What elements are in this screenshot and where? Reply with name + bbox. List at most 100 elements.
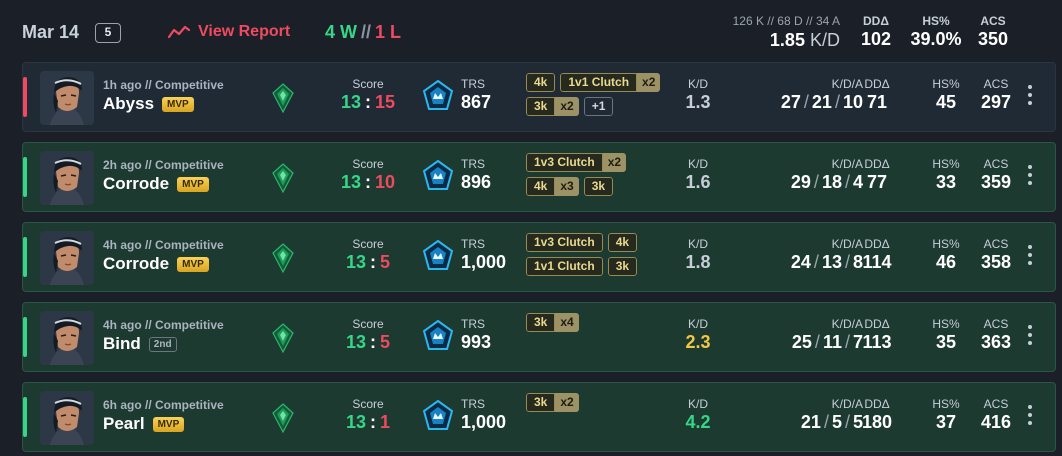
kda-line: K/D/A 25/11/7 [723, 317, 863, 353]
stat-acs: ACS 297 [976, 77, 1016, 113]
performance-tag: 1v3 Clutch x2 [526, 153, 627, 172]
score-value: 13:5 [345, 252, 391, 272]
wins-count: 4 W [325, 22, 358, 42]
stat-value: 77 [866, 172, 888, 192]
stat-label: ACS [983, 397, 1009, 411]
deaths: 11 [822, 332, 842, 352]
stat-value: 71 [866, 92, 888, 112]
stat-value: 35 [935, 332, 957, 352]
kd-value: 1.8 [685, 252, 711, 272]
more-options-icon[interactable] [1024, 405, 1036, 431]
score-value: 13:5 [345, 332, 391, 352]
kd-label: K/D [687, 237, 708, 251]
more-options-icon[interactable] [1024, 85, 1036, 111]
date-label: Mar 14 [22, 22, 80, 42]
stat-label: ACS [983, 317, 1009, 331]
trs-value: 867 [461, 92, 492, 112]
header-stat-dd: DDΔ 102 [856, 14, 896, 50]
map-name: Bind [103, 334, 141, 353]
score-label: Score [352, 397, 384, 411]
trs-value: 1,000 [461, 252, 507, 272]
stat-label: ACS [983, 157, 1009, 171]
mvp-badge: MVP [177, 256, 209, 272]
performance-tags: 4k 1v1 Clutch x2 3k x2 +1 [526, 73, 676, 121]
kda-line: K/D/A 29/18/4 [723, 157, 863, 193]
stat-value: 45 [935, 92, 957, 112]
kda-value: 25/11/7 [791, 332, 863, 352]
score-them: 15 [375, 92, 396, 112]
kills: 27 [780, 92, 801, 112]
view-report-link[interactable]: View Report [168, 23, 290, 41]
deaths: 18 [821, 172, 842, 192]
kd-ratio: K/D 1.8 [673, 237, 723, 273]
more-options-icon[interactable] [1024, 165, 1036, 191]
match-row[interactable]: 4h ago // Competitive Bind 2nd Score 13:… [22, 302, 1056, 372]
tag-label: 3k [526, 393, 556, 412]
tag-label: 3k [607, 257, 638, 276]
match-row[interactable]: 6h ago // Competitive Pearl MVP Score 13… [22, 382, 1056, 452]
score-them: 10 [375, 172, 396, 192]
tag-multiplier: x2 [602, 153, 627, 172]
performance-tag: 4k x3 [526, 177, 579, 196]
tag-multiplier: x2 [637, 73, 661, 92]
stat-dd: DDΔ 77 [857, 157, 897, 193]
match-score: Score 13:5 [323, 317, 413, 353]
kd-ratio: K/D 4.2 [673, 397, 723, 433]
more-options-icon[interactable] [1024, 245, 1036, 271]
more-options-icon[interactable] [1024, 325, 1036, 351]
performance-tag: 3k [583, 177, 614, 196]
result-indicator [23, 317, 27, 357]
stat-value: 358 [980, 252, 1012, 272]
tag-multiplier: x4 [555, 313, 579, 332]
tag-label: +1 [583, 97, 614, 116]
kda-label: K/D/A [831, 397, 863, 411]
rank-emerald-icon [271, 323, 295, 354]
stat-label: DDΔ [863, 14, 889, 28]
performance-tag: +1 [583, 97, 614, 116]
score-us: 13 [345, 412, 366, 432]
match-row[interactable]: 2h ago // Competitive Corrode MVP Score … [22, 142, 1056, 212]
kda-value: 27/21/10 [780, 92, 863, 112]
kills: 21 [800, 412, 821, 432]
stat-label: ACS [980, 14, 1006, 28]
performance-tag: 3k x4 [526, 313, 579, 332]
rank-emerald-icon [271, 83, 295, 114]
tag-row: 4k x3 3k [526, 177, 676, 197]
rank-emerald-icon [271, 163, 295, 194]
tag-label: 1v1 Clutch [526, 257, 603, 276]
stat-label: DDΔ [864, 397, 890, 411]
placement-badge: 2nd [148, 336, 177, 352]
match-row[interactable]: 4h ago // Competitive Corrode MVP Score … [22, 222, 1056, 292]
result-indicator [23, 397, 27, 437]
stat-dd: DDΔ 180 [857, 397, 897, 433]
performance-tag: 1v1 Clutch [526, 257, 603, 276]
kd-value: 2.3 [685, 332, 711, 352]
tag-row: 4k 1v1 Clutch x2 [526, 73, 676, 93]
stat-label: DDΔ [864, 77, 890, 91]
deaths: 5 [831, 412, 842, 432]
map-name-row: Corrode MVP [103, 174, 209, 194]
kd-value: 4.2 [685, 412, 711, 432]
performance-tags: 3k x2 [526, 393, 676, 417]
map-name-row: Corrode MVP [103, 254, 209, 274]
match-count-badge: 5 [95, 23, 121, 43]
trs-value: 993 [461, 332, 492, 352]
tag-label: 4k [526, 73, 556, 92]
result-indicator [23, 77, 27, 117]
tag-row: 1v1 Clutch 3k [526, 257, 676, 277]
rank-emerald-icon [271, 243, 295, 274]
stat-hs: HS% 35 [926, 317, 966, 353]
kd-total: 1.85 K/D [770, 30, 840, 51]
stat-value: 102 [860, 29, 892, 49]
agent-avatar [40, 151, 94, 205]
trs-rating: TRS 993 [461, 317, 491, 353]
kd-value: 1.3 [685, 92, 711, 112]
performance-tag: 3k [607, 257, 638, 276]
match-row[interactable]: 1h ago // Competitive Abyss MVP Score 13… [22, 62, 1056, 132]
header-stat-acs: ACS 350 [972, 14, 1014, 50]
score-label: Score [352, 77, 384, 91]
map-name-row: Abyss MVP [103, 94, 194, 114]
stat-hs: HS% 46 [926, 237, 966, 273]
kd-value: 1.6 [685, 172, 711, 192]
stat-label: HS% [932, 157, 960, 171]
